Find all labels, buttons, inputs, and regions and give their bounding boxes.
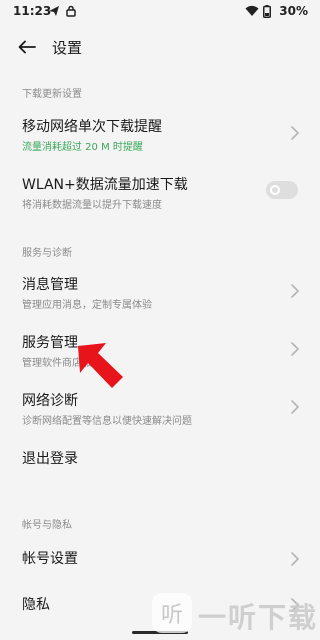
row-title: WLAN+数据流量加速下载	[22, 177, 188, 193]
watermark: 听 一听下载	[150, 588, 320, 640]
row-subtitle: 管理应用消息，定制专属体验	[22, 300, 152, 311]
page-title: 设置	[52, 39, 83, 57]
chevron-right-icon	[291, 552, 299, 566]
row-title: 服务管理	[22, 335, 78, 351]
setting-wlan-accelerate: WLAN+数据流量加速下载 将消耗数据流量以提升下载速度	[0, 166, 320, 216]
row-subtitle: 流量消耗超过 20 M 时提醒	[22, 142, 143, 153]
watermark-text: 一听下载	[198, 601, 319, 634]
row-title: 隐私	[22, 597, 50, 613]
back-button[interactable]	[14, 35, 40, 59]
wifi-icon	[245, 5, 259, 16]
setting-message-management[interactable]: 消息管理 管理应用消息，定制专属体验	[0, 266, 320, 316]
watermark-logo: 听	[152, 593, 192, 633]
lock-icon	[66, 5, 76, 17]
wlan-accelerate-toggle[interactable]	[266, 181, 298, 199]
setting-account[interactable]: 帐号设置	[0, 540, 320, 580]
row-title: 网络诊断	[22, 393, 78, 409]
chevron-right-icon	[291, 284, 299, 298]
row-title: 退出登录	[22, 451, 78, 467]
send-icon	[49, 6, 59, 16]
row-subtitle: 诊断网络配置等信息以便快速解决问题	[22, 416, 192, 427]
row-title: 消息管理	[22, 277, 78, 293]
arrow-left-icon	[18, 40, 36, 54]
row-title: 移动网络单次下载提醒	[22, 119, 162, 135]
setting-network-diagnosis[interactable]: 网络诊断 诊断网络配置等信息以便快速解决问题	[0, 382, 320, 432]
pointer-arrow-icon	[78, 343, 123, 388]
chevron-right-icon	[291, 126, 299, 140]
section-title-download: 下载更新设置	[22, 89, 82, 100]
section-title-account: 帐号与隐私	[22, 520, 72, 531]
chevron-right-icon	[291, 400, 299, 414]
battery-percentage: 30%	[279, 4, 308, 18]
setting-service-management[interactable]: 服务管理 管理软件商店服务	[0, 324, 320, 374]
row-subtitle: 将消耗数据流量以提升下载速度	[22, 200, 162, 211]
chevron-right-icon	[291, 342, 299, 356]
header: 设置	[0, 28, 320, 66]
status-time: 11:23	[13, 4, 52, 18]
row-title: 帐号设置	[22, 551, 78, 567]
toggle-knob	[270, 185, 280, 195]
setting-logout[interactable]: 退出登录	[0, 440, 320, 476]
battery-icon	[263, 5, 271, 18]
setting-mobile-download-reminder[interactable]: 移动网络单次下载提醒 流量消耗超过 20 M 时提醒	[0, 108, 320, 158]
status-bar: 11:23 30%	[0, 0, 320, 24]
section-title-service: 服务与诊断	[22, 248, 72, 259]
